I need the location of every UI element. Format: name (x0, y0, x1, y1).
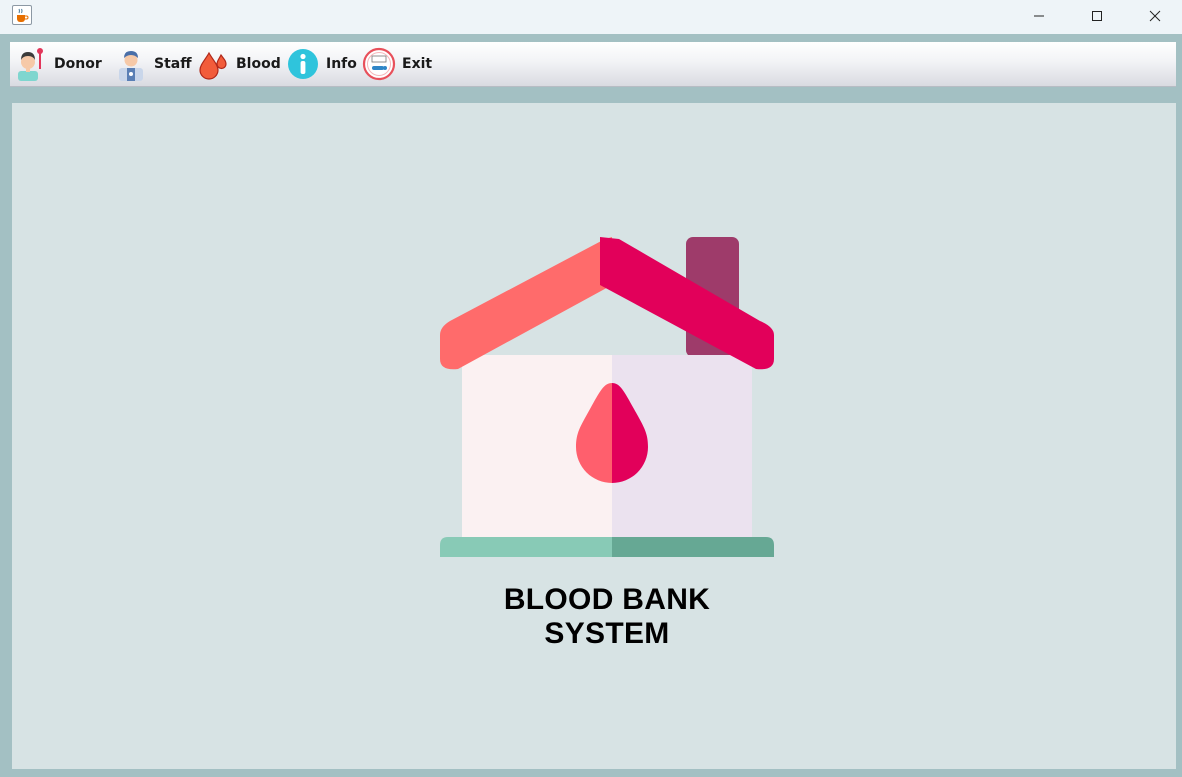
menu-info[interactable]: Info (286, 42, 357, 86)
window-title-bar (0, 0, 1182, 34)
blood-drops-icon (199, 51, 227, 80)
menu-donor-label: Donor (54, 56, 102, 72)
staff-icon (119, 51, 143, 81)
blood-bank-house-icon (440, 237, 774, 557)
menu-donor[interactable]: Donor (14, 42, 102, 86)
exit-icon (362, 47, 396, 81)
minimize-button[interactable] (1010, 0, 1068, 32)
menu-bar: Donor Staff Blood Info Exit (10, 42, 1176, 87)
java-cup-icon[interactable] (12, 5, 32, 25)
main-content: BLOOD BANK SYSTEM (12, 103, 1176, 769)
maximize-button[interactable] (1068, 0, 1126, 32)
system-title: BLOOD BANK SYSTEM (503, 583, 711, 650)
info-icon (288, 49, 318, 79)
menu-staff-label: Staff (154, 56, 192, 72)
close-icon (1149, 10, 1161, 22)
menu-blood[interactable]: Blood (196, 42, 281, 86)
menu-info-label: Info (326, 56, 357, 72)
maximize-icon (1092, 11, 1102, 21)
menu-exit[interactable]: Exit (362, 42, 432, 86)
close-button[interactable] (1126, 0, 1182, 32)
menu-blood-label: Blood (236, 56, 281, 72)
minimize-icon (1034, 15, 1044, 17)
menu-staff[interactable]: Staff (114, 42, 192, 86)
menu-exit-label: Exit (402, 56, 433, 72)
donor-icon (18, 48, 43, 81)
